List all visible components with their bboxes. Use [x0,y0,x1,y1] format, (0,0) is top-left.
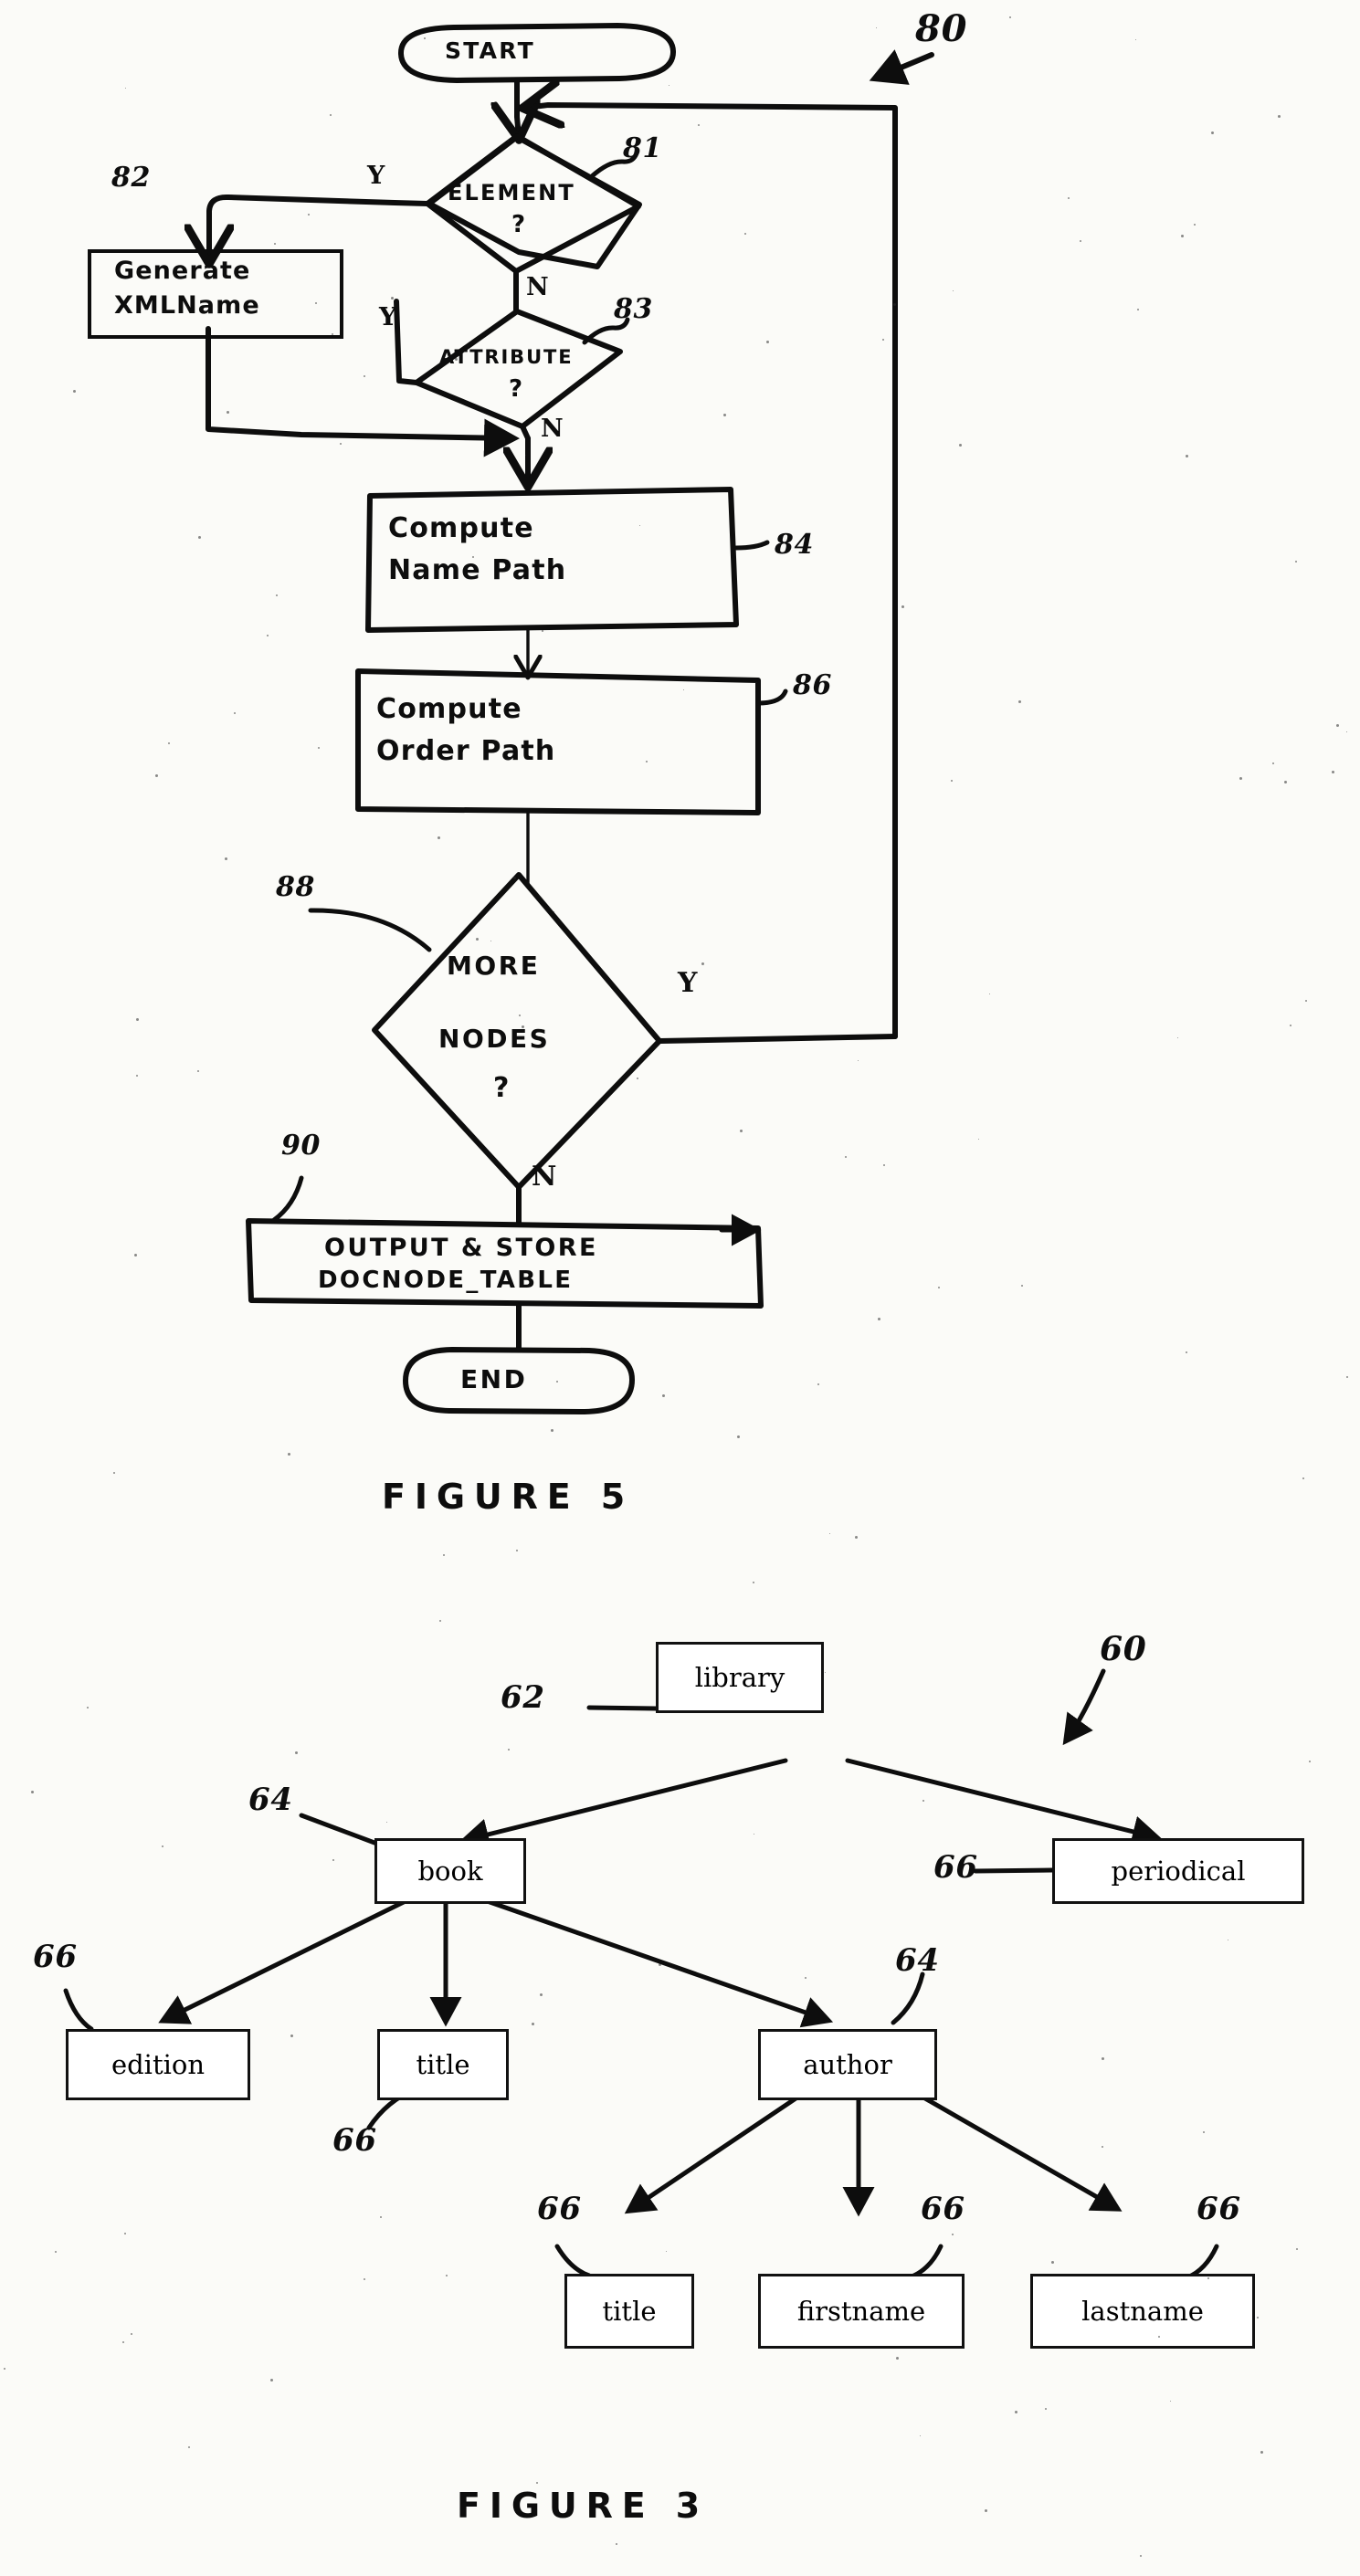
ref-60-label: 60 [1100,1630,1147,1668]
ref-64-book-label: 64 [248,1782,293,1818]
tree-node-library: library [656,1642,824,1713]
edge-library-book [459,1758,788,1850]
edge-more-yes-loop-to-top [525,105,898,1039]
generate-box-shape [88,249,343,339]
ref-66-firstname-leader [907,2244,944,2280]
element-label: ELEMENT [448,180,575,205]
ref-66-periodical-label: 66 [933,1849,978,1886]
ref-84-label: 84 [775,529,814,561]
patent-drawing-page: START ELEMENT ? 81 Generate XMLName 82 A… [0,0,1360,2576]
figure5-caption: FIGURE 5 [382,1477,635,1517]
name-path-line1: Compute [388,512,534,544]
output-line1: OUTPUT & STORE [324,1234,598,1262]
figure3-caption: FIGURE 3 [457,2486,710,2526]
edge-attribute-yes [394,299,419,385]
ref-66-firstname-label: 66 [921,2191,965,2227]
tree-node-periodical-label: periodical [1111,1856,1246,1887]
ref-66-edition-leader [63,1988,94,2032]
tree-node-book: book [374,1838,526,1904]
ref-66-title-label: 66 [332,2122,377,2159]
tree-node-lastname: lastname [1030,2274,1255,2349]
edge-book-edition [158,1895,416,2024]
attribute-question: ? [509,375,525,403]
more-nodes-line2: NODES [438,1024,551,1054]
ref-83-label: 83 [614,293,653,325]
ref-66-lastname-leader [1185,2244,1219,2280]
branch-attribute-no: N [541,415,564,443]
branch-element-no: N [526,273,550,301]
drawing-strokes [63,23,1219,2280]
tree-node-book-label: book [417,1856,483,1887]
ref-84-leader [733,540,770,551]
ref-66-title2-label: 66 [537,2191,582,2227]
ref-64-book-leader [299,1813,385,1848]
start-label: START [445,37,535,64]
more-nodes-question: ? [493,1072,512,1104]
ref-90-label: 90 [281,1130,321,1162]
tree-node-title2: title [564,2274,694,2349]
tree-node-library-label: library [694,1662,785,1693]
ref-88-label: 88 [276,871,315,903]
ref-62-label: 62 [501,1679,545,1716]
attribute-label: ATTRIBUTE [439,346,574,368]
tree-node-title: title [377,2029,509,2100]
branch-more-no: N [532,1161,558,1193]
edge-generate-return [206,326,520,457]
edge-author-title [624,2081,820,2214]
edge-book-author [474,1895,834,2028]
more-nodes-line1: MORE [447,951,541,981]
edge-attribute-no [520,424,531,441]
ref-80-leader [869,49,934,85]
tree-node-periodical: periodical [1052,1838,1304,1904]
branch-element-yes: Y [367,162,386,190]
ref-66-title2-leader [554,2244,592,2278]
end-label: END [460,1364,528,1394]
tree-node-edition: edition [66,2029,250,2100]
ref-66-lastname-label: 66 [1197,2191,1241,2227]
ref-90-leader [271,1175,304,1223]
branch-more-yes: Y [678,967,699,999]
attribute-decision-outline [414,309,623,429]
name-path-line2: Name Path [388,554,567,586]
ref-88-leader [308,908,432,952]
branch-attribute-yes: Y [379,303,398,331]
ref-66-edition-label: 66 [33,1939,78,1975]
ref-66-periodical-leader [973,1867,1055,1874]
ref-64-author-label: 64 [895,1942,940,1979]
tree-node-title2-label: title [602,2296,657,2327]
edge-more-yes-right [657,1034,898,1044]
tree-node-lastname-label: lastname [1081,2296,1204,2327]
ref-64-author-leader [891,1971,925,2025]
order-path-line2: Order Path [376,735,556,767]
ref-82-label: 82 [111,162,151,194]
ref-80-label: 80 [915,7,968,50]
edge-library-periodical [845,1758,1163,1847]
output-line2: DOCNODE_TABLE [318,1267,574,1294]
ref-86-leader [755,689,788,706]
edge-author-lastname [897,2081,1123,2212]
ref-86-label: 86 [793,669,832,701]
tree-node-title-label: title [416,2049,470,2080]
tree-node-firstname: firstname [758,2274,965,2349]
start-terminator-shape [397,23,677,83]
tree-node-firstname-label: firstname [796,2296,926,2327]
edge-start-to-element [517,78,519,137]
tree-node-edition-label: edition [111,2049,206,2080]
order-path-line1: Compute [376,693,522,725]
ref-81-label: 81 [623,132,662,164]
tree-node-author-label: author [803,2049,892,2080]
tree-node-author: author [758,2029,937,2100]
element-question: ? [511,211,528,238]
ref-60-leader [1062,1668,1106,1746]
